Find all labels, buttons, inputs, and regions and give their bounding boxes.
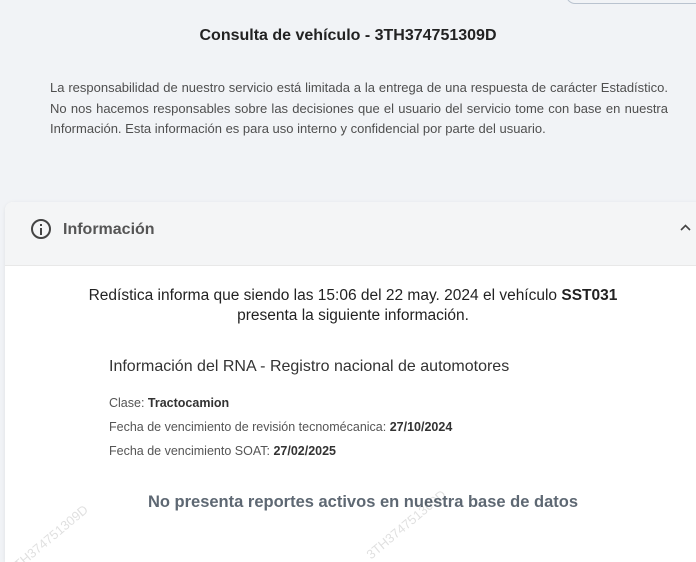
report-intro-suffix: presenta la siguiente información. [237,307,469,324]
field-label: Fecha de vencimiento SOAT: [109,444,270,458]
field-value: 27/02/2025 [273,444,337,458]
chevron-up-icon[interactable] [680,224,691,233]
no-reports-message: No presenta reportes activos en nuestra … [147,493,579,511]
field-row-soat: Fecha de vencimiento SOAT: 27/02/2025 [109,444,336,458]
field-row-tecnomecanica: Fecha de vencimiento de revisión tecnomé… [109,420,452,434]
field-row-clase: Clase: Tractocamion [109,396,229,410]
top-right-button-edge[interactable] [566,0,696,4]
report-intro-prefix: Redística informa que siendo las 15:06 d… [88,287,558,304]
field-value: Tractocamion [147,396,230,410]
report-intro: Redística informa que siendo las 15:06 d… [5,286,696,326]
field-label: Fecha de vencimiento de revisión tecnomé… [109,420,387,434]
info-icon [31,219,51,239]
page-title: Consulta de vehículo - 3TH374751309D [199,27,497,44]
field-value: 27/10/2024 [389,420,453,434]
information-card-header[interactable]: Información [5,202,696,266]
field-label: Clase: [109,396,145,410]
vehicle-plate: SST031 [561,287,618,304]
rna-section-title: Información del RNA - Registro nacional … [109,358,510,375]
disclaimer-text: La responsabilidad de nuestro servicio e… [50,80,668,136]
card-title: Información [63,221,155,238]
information-card: Información Redística informa que siendo… [5,202,696,562]
